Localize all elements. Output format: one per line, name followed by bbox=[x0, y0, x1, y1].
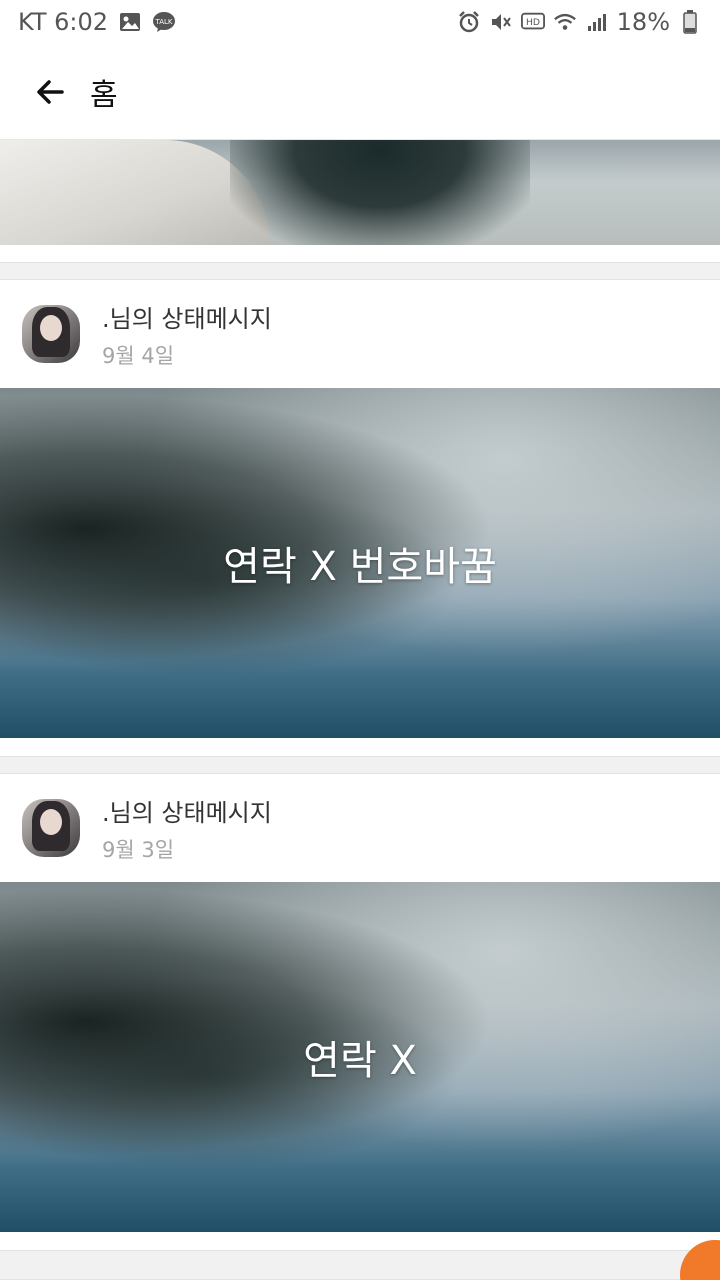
arrow-left-icon bbox=[37, 79, 64, 104]
svg-text:HD: HD bbox=[526, 17, 540, 28]
avatar[interactable] bbox=[22, 799, 80, 857]
mute-icon bbox=[489, 10, 513, 34]
avatar[interactable] bbox=[22, 305, 80, 363]
post-date: 9월 3일 bbox=[102, 837, 175, 862]
image-icon bbox=[118, 10, 142, 34]
post-date: 9월 4일 bbox=[102, 343, 175, 368]
signal-icon bbox=[585, 10, 609, 34]
post-image[interactable]: 연락 X 번호바꿈 bbox=[0, 388, 720, 738]
status-bar: KT 6:02 TALK HD 18% bbox=[0, 0, 720, 44]
previous-post-image[interactable] bbox=[0, 140, 720, 245]
post-header[interactable]: .님의 상태메시지 9월 3일 bbox=[0, 774, 720, 882]
app-bar: 홈 bbox=[0, 44, 720, 140]
carrier-time: KT 6:02 bbox=[18, 8, 109, 36]
battery-percent: 18% bbox=[616, 8, 670, 36]
page-title: 홈 bbox=[90, 77, 118, 113]
battery-icon bbox=[678, 10, 702, 34]
hd-voice-icon: HD bbox=[520, 10, 545, 34]
post-header[interactable]: .님의 상태메시지 9월 4일 bbox=[0, 280, 720, 388]
post-caption: 연락 X 번호바꿈 bbox=[223, 544, 497, 590]
talk-icon: TALK bbox=[152, 10, 176, 34]
post-divider bbox=[0, 262, 720, 280]
post-author: .님의 상태메시지 bbox=[102, 798, 272, 827]
post-author: .님의 상태메시지 bbox=[102, 304, 272, 333]
floating-action-button[interactable] bbox=[680, 1240, 720, 1280]
alarm-icon bbox=[457, 10, 481, 34]
back-button[interactable] bbox=[28, 70, 72, 114]
post-image[interactable]: 연락 X bbox=[0, 882, 720, 1232]
post-caption: 연락 X bbox=[303, 1038, 417, 1084]
post-divider bbox=[0, 756, 720, 774]
svg-text:TALK: TALK bbox=[155, 18, 173, 26]
wifi-icon bbox=[553, 10, 577, 34]
post-divider bbox=[0, 1250, 720, 1280]
